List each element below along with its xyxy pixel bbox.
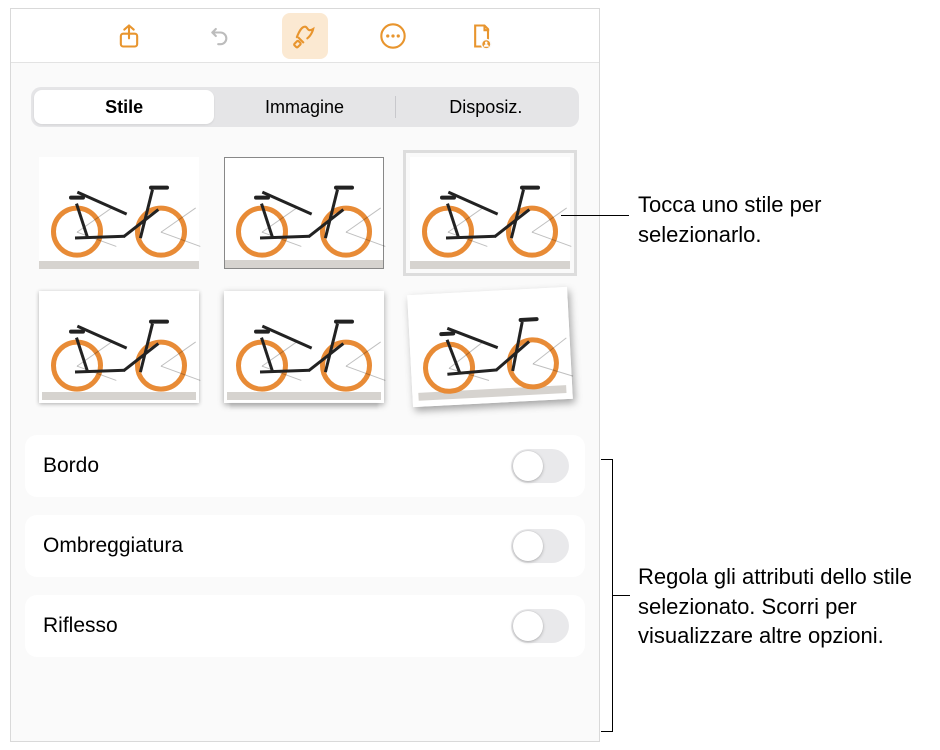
setting-shadow[interactable]: Ombreggiatura — [25, 515, 585, 577]
switch-shadow[interactable] — [511, 529, 569, 563]
setting-reflection-label: Riflesso — [43, 614, 118, 638]
setting-border[interactable]: Bordo — [25, 435, 585, 497]
setting-reflection[interactable]: Riflesso — [25, 595, 585, 657]
more-button[interactable] — [370, 13, 416, 59]
style-thumb-5[interactable] — [224, 291, 384, 403]
tab-image-label: Immagine — [265, 97, 344, 118]
top-toolbar — [11, 9, 599, 63]
tab-arrange-label: Disposiz. — [449, 97, 522, 118]
callout-line — [561, 215, 629, 216]
tab-style[interactable]: Stile — [34, 90, 214, 124]
style-thumb-6[interactable] — [410, 291, 570, 403]
switch-border[interactable] — [511, 449, 569, 483]
share-button[interactable] — [106, 13, 152, 59]
format-panel: Stile Immagine Disposiz. Bordo — [10, 8, 600, 742]
callout-bracket-bottom — [601, 731, 613, 732]
callout-attributes-text: Regola gli attributi dello stile selezio… — [638, 564, 912, 648]
format-button[interactable] — [282, 13, 328, 59]
style-thumb-3[interactable] — [410, 157, 570, 269]
format-tabs: Stile Immagine Disposiz. — [31, 87, 579, 127]
callout-styles: Tocca uno stile per selezionarlo. — [638, 190, 928, 249]
style-settings: Bordo Ombreggiatura Riflesso — [25, 435, 585, 657]
undo-button[interactable] — [194, 13, 240, 59]
style-thumb-1[interactable] — [39, 157, 199, 269]
tab-arrange[interactable]: Disposiz. — [396, 90, 576, 124]
style-thumb-4[interactable] — [39, 291, 199, 403]
callout-bracket-stem — [612, 595, 630, 596]
document-settings-button[interactable] — [458, 13, 504, 59]
style-thumbnails — [39, 157, 571, 403]
setting-border-label: Bordo — [43, 454, 99, 478]
switch-reflection[interactable] — [511, 609, 569, 643]
callout-styles-text: Tocca uno stile per selezionarlo. — [638, 192, 821, 247]
tab-style-label: Stile — [105, 97, 143, 118]
setting-shadow-label: Ombreggiatura — [43, 534, 183, 558]
tab-image[interactable]: Immagine — [214, 90, 394, 124]
style-thumb-2[interactable] — [224, 157, 384, 269]
callout-attributes: Regola gli attributi dello stile selezio… — [638, 562, 928, 651]
